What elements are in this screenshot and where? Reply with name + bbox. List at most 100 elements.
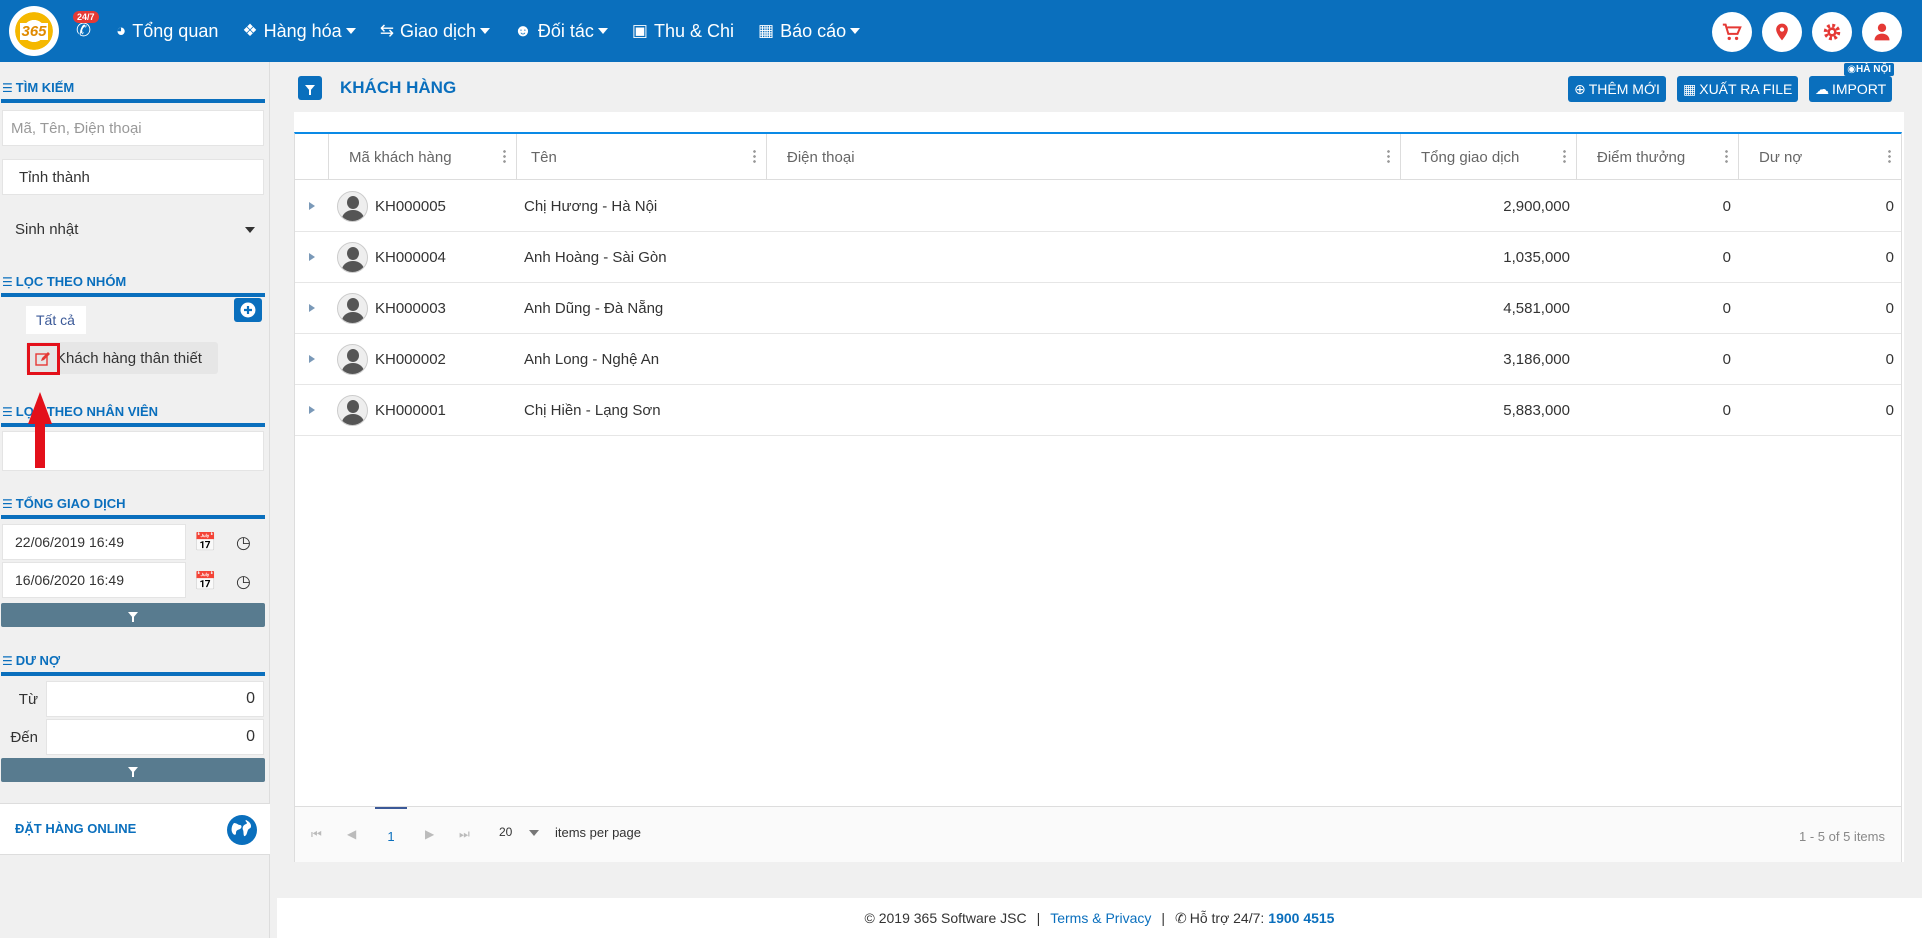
debt-from-input[interactable]: 0 bbox=[46, 681, 264, 717]
section-divider bbox=[1, 99, 265, 103]
group-section-title: ☰ LỌC THEO NHÓM bbox=[2, 274, 127, 289]
section-divider bbox=[1, 515, 265, 519]
transaction-to-date[interactable]: 16/06/2020 16:49 bbox=[2, 562, 186, 598]
calendar-icon[interactable]: 📅 bbox=[194, 532, 216, 553]
nav-cashflow[interactable]: ▣ Thu & Chi bbox=[632, 21, 734, 42]
table-row[interactable]: KH000004 Anh Hoàng - Sài Gòn 1,035,000 0… bbox=[295, 232, 1901, 283]
cell-code: KH000003 bbox=[375, 300, 446, 317]
expand-row-icon[interactable] bbox=[309, 355, 315, 363]
expand-row-icon[interactable] bbox=[309, 253, 315, 261]
support-badge: 24/7 bbox=[73, 11, 99, 23]
customer-avatar bbox=[337, 242, 368, 273]
birthday-select[interactable]: Sinh nhật bbox=[2, 211, 264, 247]
page-number[interactable]: 1 bbox=[375, 807, 407, 863]
bar-chart-icon: ▦ bbox=[758, 21, 775, 40]
cloud-upload-icon: ☁ bbox=[1815, 80, 1829, 97]
prev-page-icon[interactable]: ◀ bbox=[347, 827, 356, 841]
separator: | bbox=[1036, 910, 1041, 926]
column-menu-icon[interactable] bbox=[1563, 149, 1566, 163]
sidebar: ☰ TÌM KIẾM Mã, Tên, Điện thoại Tỉnh thành… bbox=[0, 62, 270, 938]
cell-points: 0 bbox=[1722, 300, 1731, 317]
search-input[interactable]: Mã, Tên, Điện thoại bbox=[2, 110, 264, 146]
page-size-select[interactable]: 20 bbox=[499, 825, 512, 839]
debt-filter-button[interactable] bbox=[1, 758, 265, 782]
column-menu-icon[interactable] bbox=[753, 149, 756, 163]
exchange-icon: ⇆ bbox=[379, 21, 394, 40]
column-header-name[interactable]: Tên bbox=[516, 134, 766, 180]
location-icon bbox=[1776, 23, 1788, 41]
list-icon: ☰ bbox=[2, 274, 13, 289]
cell-code: KH000005 bbox=[375, 198, 446, 215]
nav-transactions[interactable]: ⇆ Giao dịch bbox=[380, 21, 490, 42]
money-icon: ▣ bbox=[631, 21, 648, 40]
caret-down-icon[interactable] bbox=[529, 830, 539, 836]
next-page-icon[interactable]: ▶ bbox=[425, 827, 434, 841]
column-menu-icon[interactable] bbox=[1387, 149, 1390, 163]
logo[interactable]: 365 bbox=[9, 6, 59, 56]
table-row[interactable]: KH000002 Anh Long - Nghệ An 3,186,000 0 … bbox=[295, 334, 1901, 385]
phone-icon[interactable]: ✆ bbox=[76, 20, 91, 41]
nav-reports[interactable]: ▦ Báo cáo bbox=[758, 21, 861, 42]
terms-link[interactable]: Terms & Privacy bbox=[1050, 910, 1151, 926]
table-row[interactable]: KH000001 Chị Hiền - Lạng Sơn 5,883,000 0… bbox=[295, 385, 1901, 436]
highlight-box bbox=[27, 343, 60, 375]
province-select[interactable]: Tỉnh thành bbox=[2, 159, 264, 195]
expand-row-icon[interactable] bbox=[309, 406, 315, 414]
add-customer-button[interactable]: ⊕ THÊM MỚI bbox=[1568, 76, 1666, 102]
clock-icon[interactable]: ◷ bbox=[236, 533, 251, 553]
cart-button[interactable] bbox=[1712, 12, 1752, 52]
calendar-icon[interactable]: 📅 bbox=[194, 571, 216, 592]
cell-total: 3,186,000 bbox=[1503, 351, 1570, 368]
column-header-total[interactable]: Tổng giao dịch bbox=[1400, 134, 1576, 180]
support-phone[interactable]: 1900 4515 bbox=[1268, 910, 1334, 926]
cell-debt: 0 bbox=[1885, 300, 1894, 317]
cell-total: 5,883,000 bbox=[1503, 402, 1570, 419]
cell-name: Chị Hiền - Lạng Sơn bbox=[524, 402, 661, 419]
export-file-button[interactable]: ▦ XUẤT RA FILE bbox=[1677, 76, 1799, 102]
column-header-phone[interactable]: Điện thoại bbox=[766, 134, 1400, 180]
staff-section-title: ☰ LỌC THEO NHÂN VIÊN bbox=[2, 404, 159, 419]
last-page-icon[interactable]: ⏭ bbox=[459, 827, 470, 842]
filter-icon bbox=[128, 612, 138, 622]
cell-debt: 0 bbox=[1885, 249, 1894, 266]
column-header-code[interactable]: Mã khách hàng bbox=[328, 134, 516, 180]
location-badge: ◉HÀ NỘI bbox=[1844, 63, 1894, 76]
user-button[interactable] bbox=[1862, 12, 1902, 52]
cell-total: 4,581,000 bbox=[1503, 300, 1570, 317]
clock-icon[interactable]: ◷ bbox=[236, 572, 251, 592]
cell-points: 0 bbox=[1722, 351, 1731, 368]
debt-to-input[interactable]: 0 bbox=[46, 719, 264, 755]
add-group-button[interactable] bbox=[234, 298, 262, 322]
column-header-points[interactable]: Điểm thưởng bbox=[1576, 134, 1738, 180]
column-menu-icon[interactable] bbox=[1888, 149, 1891, 163]
import-button[interactable]: ☁ IMPORT bbox=[1809, 76, 1893, 102]
expand-row-icon[interactable] bbox=[309, 304, 315, 312]
settings-button[interactable] bbox=[1812, 12, 1852, 52]
column-menu-icon[interactable] bbox=[503, 149, 506, 163]
cell-name: Anh Long - Nghệ An bbox=[524, 351, 660, 368]
filter-icon bbox=[305, 85, 315, 95]
first-page-icon[interactable]: ⏮ bbox=[311, 827, 322, 842]
table-row[interactable]: KH000005 Chị Hương - Hà Nội 2,900,000 0 … bbox=[295, 181, 1901, 232]
nav-products[interactable]: ❖ Hàng hóa bbox=[242, 21, 356, 42]
nav-partners[interactable]: ☻ Đối tác bbox=[514, 21, 608, 42]
list-icon: ☰ bbox=[2, 404, 13, 419]
filter-toggle-button[interactable] bbox=[298, 76, 322, 100]
cubes-icon: ❖ bbox=[242, 21, 258, 40]
customer-avatar bbox=[337, 344, 368, 375]
table-row[interactable]: KH000003 Anh Dũng - Đà Nẵng 4,581,000 0 … bbox=[295, 283, 1901, 334]
online-order-panel[interactable]: ĐẶT HÀNG ONLINE bbox=[0, 803, 270, 855]
cell-code: KH000002 bbox=[375, 351, 446, 368]
column-header-debt[interactable]: Dư nợ bbox=[1738, 134, 1901, 180]
column-menu-icon[interactable] bbox=[1725, 149, 1728, 163]
location-button[interactable] bbox=[1762, 12, 1802, 52]
group-all[interactable]: Tất cả bbox=[26, 306, 86, 334]
transaction-from-date[interactable]: 22/06/2019 16:49 bbox=[2, 524, 186, 560]
nav-dashboard[interactable]: ◕ Tổng quan bbox=[116, 21, 218, 42]
transaction-filter-button[interactable] bbox=[1, 603, 265, 627]
transaction-section-title: ☰ TỔNG GIAO DỊCH bbox=[2, 496, 126, 511]
excel-file-icon: ▦ bbox=[1683, 80, 1697, 97]
expand-row-icon[interactable] bbox=[309, 202, 315, 210]
cell-name: Anh Dũng - Đà Nẵng bbox=[524, 300, 664, 317]
cell-points: 0 bbox=[1722, 198, 1731, 215]
